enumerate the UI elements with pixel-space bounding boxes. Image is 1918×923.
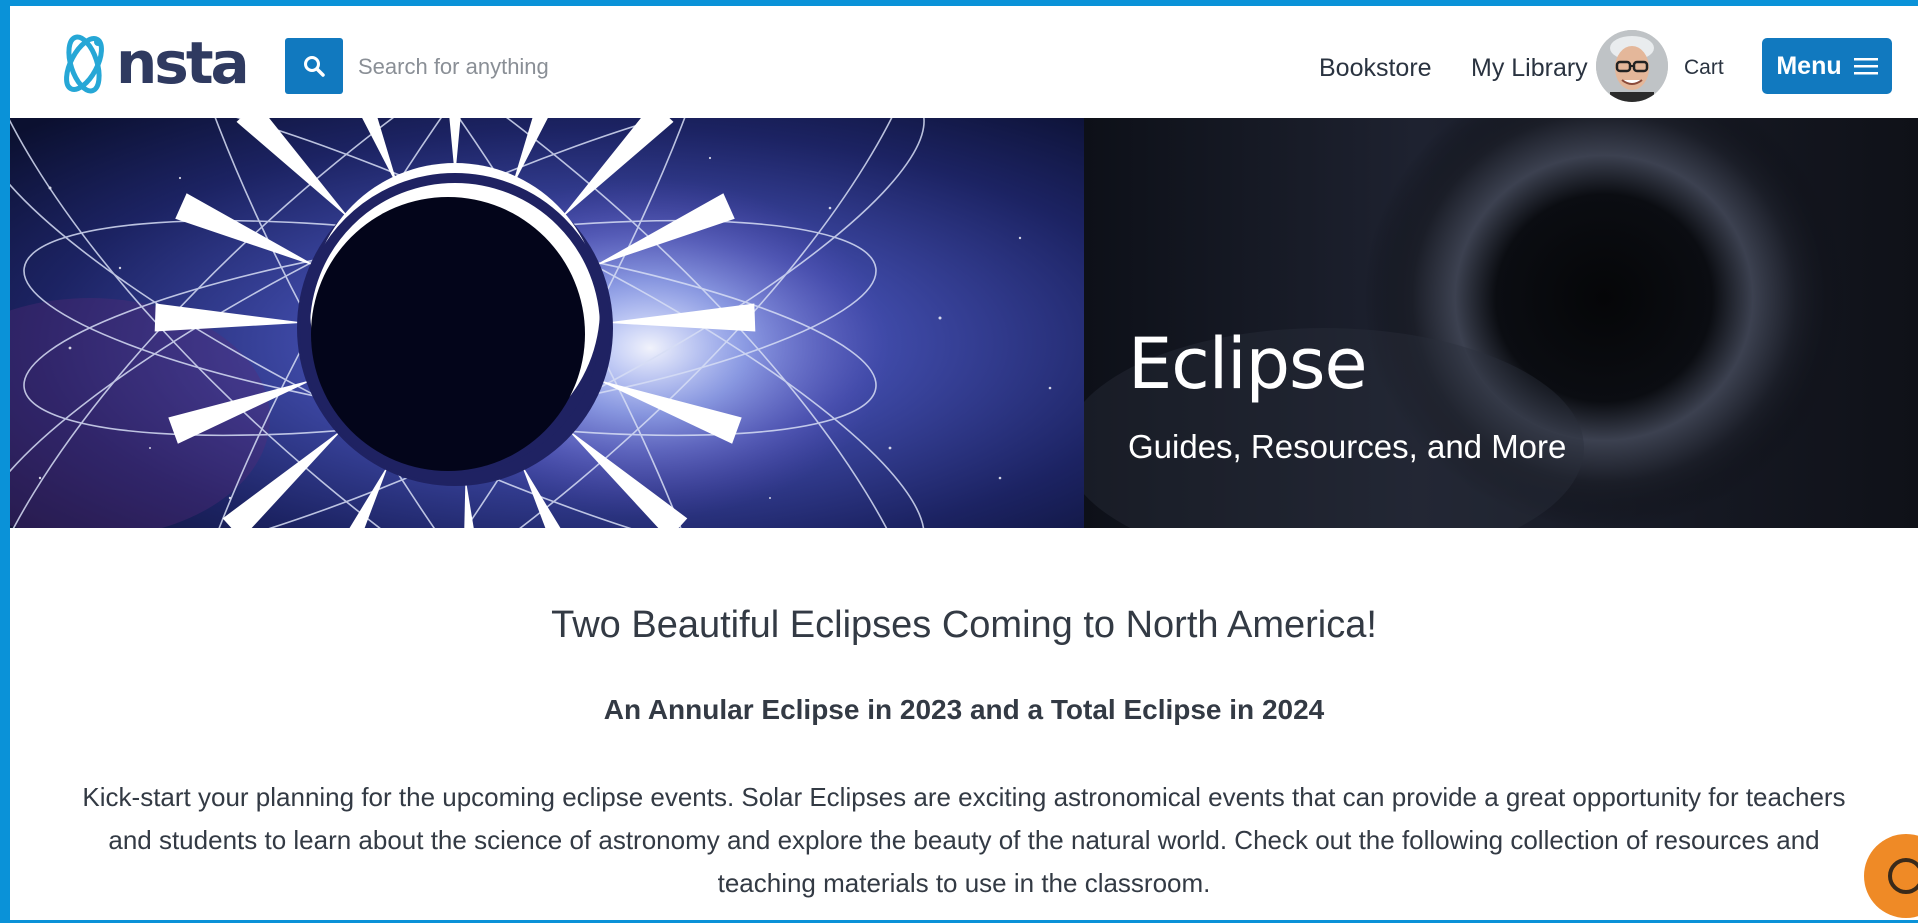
menu-label: Menu	[1776, 51, 1842, 80]
eclipse-illustration	[10, 118, 1084, 528]
nsta-logo[interactable]: nsta	[54, 30, 254, 96]
hamburger-menu-icon	[1853, 58, 1878, 75]
main-content: Two Beautiful Eclipses Coming to North A…	[10, 528, 1918, 920]
user-avatar[interactable]	[1596, 30, 1668, 102]
hero-subtitle: Guides, Resources, and More	[1128, 428, 1567, 465]
page-frame: nsta Bookstore My Library Cart	[10, 6, 1918, 920]
nsta-atom-logo-icon	[64, 34, 104, 94]
logo-wordmark: nsta	[116, 29, 250, 97]
search-input[interactable]	[356, 46, 780, 88]
nav-bookstore-link[interactable]: Bookstore	[1319, 54, 1432, 82]
nav-cart-link[interactable]: Cart	[1684, 56, 1724, 80]
section-headline: Two Beautiful Eclipses Coming to North A…	[551, 604, 1377, 646]
help-chat-icon	[1888, 858, 1918, 894]
nav-my-library-link[interactable]: My Library	[1471, 54, 1588, 82]
hero-title-panel: Eclipse Guides, Resources, and More	[1084, 118, 1918, 528]
search-button[interactable]	[285, 38, 343, 94]
section-subheadline: An Annular Eclipse in 2023 and a Total E…	[603, 694, 1325, 725]
hero-title: Eclipse	[1128, 323, 1368, 405]
search-icon	[304, 56, 325, 77]
hero-banner: Eclipse Guides, Resources, and More	[10, 118, 1918, 528]
menu-button[interactable]: Menu	[1762, 38, 1892, 94]
intro-paragraph: Kick-start your planning for the upcomin…	[82, 782, 1846, 898]
avatar-portrait-icon	[1596, 30, 1668, 102]
help-chat-button[interactable]	[1864, 834, 1918, 918]
site-header: nsta Bookstore My Library Cart	[10, 6, 1918, 118]
